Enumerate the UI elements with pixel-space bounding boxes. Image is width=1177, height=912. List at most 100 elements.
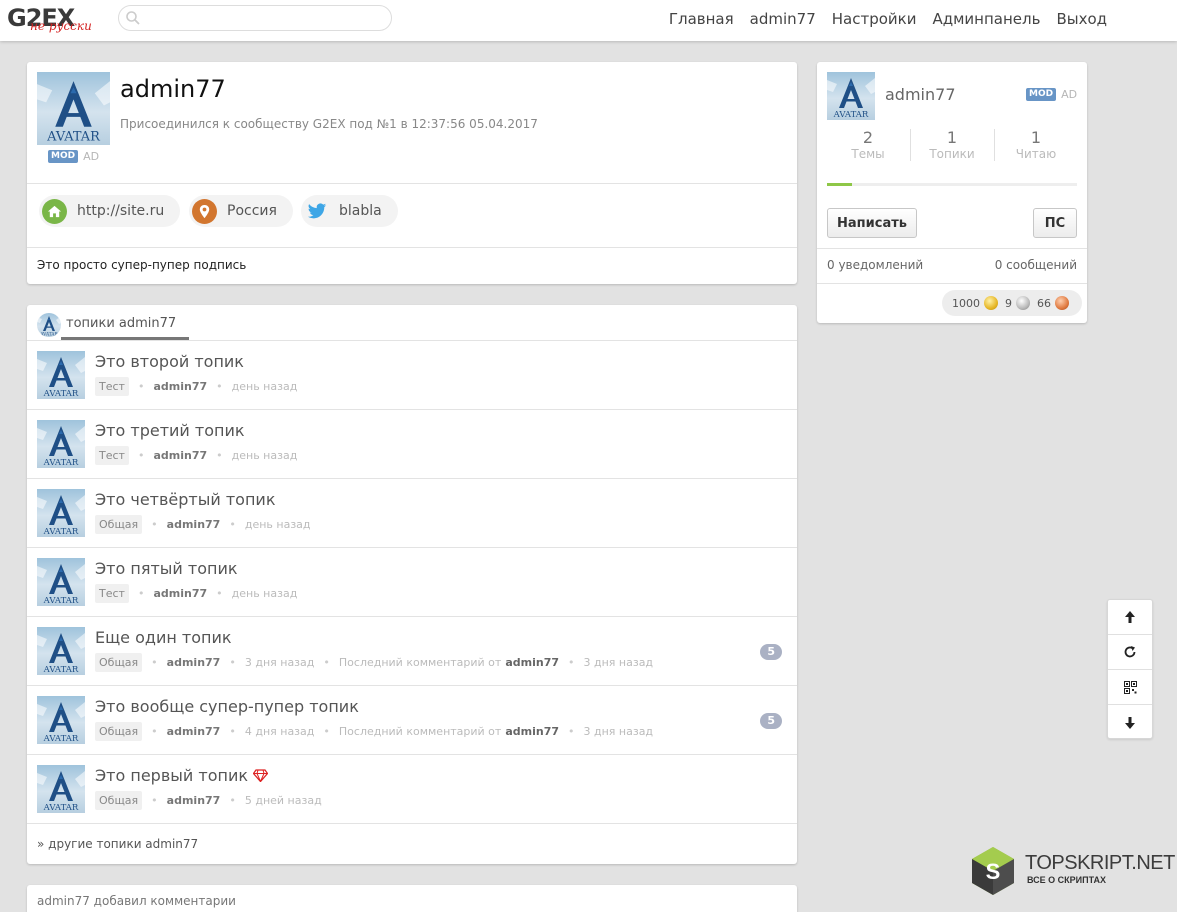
- mod-badge: MOD: [1026, 88, 1057, 101]
- refresh-button[interactable]: [1108, 635, 1152, 670]
- last-comment-author-link[interactable]: admin77: [505, 656, 559, 669]
- silver-coin-icon: [1016, 296, 1030, 310]
- twitter-chip[interactable]: blabla: [301, 195, 398, 227]
- private-message-button[interactable]: ПС: [1033, 208, 1077, 238]
- site-logo[interactable]: G2EX не русски: [7, 4, 107, 34]
- topic-title-link[interactable]: Это вообще супер-пупер топик: [95, 697, 359, 716]
- stat-value: 1: [946, 128, 958, 147]
- search-input[interactable]: [145, 8, 385, 28]
- topic-title-link[interactable]: Это первый топик: [95, 766, 248, 785]
- nav-logout-link[interactable]: Выход: [1056, 9, 1107, 29]
- topic-row: Это вообще супер-пупер топик Общая • admin7…: [27, 686, 797, 755]
- topic-author-link[interactable]: admin77: [153, 380, 207, 393]
- activity-progress-bar: [827, 183, 1077, 186]
- logo-subtext: не русски: [30, 19, 92, 33]
- topic-author-link[interactable]: admin77: [167, 794, 221, 807]
- topic-title-link[interactable]: Это пятый топик: [95, 559, 238, 578]
- profile-badges: MOD AD: [48, 150, 99, 163]
- topic-node-tag[interactable]: Тест: [95, 446, 129, 465]
- separator-dot: •: [568, 725, 575, 738]
- topic-author-link[interactable]: admin77: [167, 518, 221, 531]
- scroll-bottom-button[interactable]: [1108, 705, 1152, 740]
- separator-dot: •: [229, 656, 236, 669]
- topic-node-tag[interactable]: Общая: [95, 653, 143, 672]
- topics-header: топики admin77: [27, 305, 797, 341]
- last-comment-time: 3 дня назад: [583, 725, 654, 738]
- arrow-up-icon: [1125, 611, 1135, 623]
- topic-author-link[interactable]: admin77: [167, 725, 221, 738]
- nav-admin-link[interactable]: Админпанель: [932, 9, 1040, 29]
- last-comment-author-link[interactable]: admin77: [505, 725, 559, 738]
- reply-count-badge[interactable]: 5: [760, 713, 782, 729]
- website-link-text: http://site.ru: [77, 203, 165, 219]
- separator-dot: •: [568, 656, 575, 669]
- website-link-chip[interactable]: http://site.ru: [39, 195, 181, 227]
- watermark-title: TOPSKRIPT.NET: [1025, 852, 1175, 874]
- ad-badge: AD: [83, 150, 100, 163]
- gem-icon: [252, 769, 269, 783]
- topic-author-link[interactable]: admin77: [153, 587, 207, 600]
- topic-title-link[interactable]: Это второй топик: [95, 352, 244, 371]
- topic-row: Это третий топик Тест • admin77 • день назад: [27, 410, 797, 479]
- topic-title-link[interactable]: Еще один топик: [95, 628, 232, 647]
- topic-time: день назад: [231, 587, 298, 600]
- topic-title-link[interactable]: Это четвёртый топик: [95, 490, 275, 509]
- separator-dot: •: [151, 794, 158, 807]
- gold-count: 1000: [952, 296, 980, 310]
- location-chip[interactable]: Россия: [189, 195, 293, 227]
- qr-code-icon: [1123, 680, 1137, 694]
- sidebar-username[interactable]: admin77: [885, 85, 956, 104]
- separator-dot: •: [137, 380, 145, 393]
- nav-home-link[interactable]: Главная: [669, 9, 734, 29]
- topics-tab[interactable]: топики admin77: [66, 316, 176, 331]
- topic-row: Это первый топик Общая • admin77 • 5 дней наз…: [27, 755, 797, 824]
- topic-title-link[interactable]: Это третий топик: [95, 421, 245, 440]
- last-comment-label: Последний комментарий от: [338, 656, 502, 669]
- separator-dot: •: [229, 518, 236, 531]
- topic-meta: Общая • admin77 • день назад: [95, 515, 311, 534]
- topic-node-tag[interactable]: Тест: [95, 377, 129, 396]
- stat-topics[interactable]: 1 Топики: [910, 129, 994, 162]
- topic-node-tag[interactable]: Общая: [95, 722, 143, 741]
- qr-code-button[interactable]: [1108, 670, 1152, 705]
- separator-dot: •: [216, 587, 223, 600]
- topic-author-link[interactable]: admin77: [153, 449, 207, 462]
- sidebar-avatar[interactable]: [827, 72, 875, 120]
- messages-link[interactable]: 0 сообщений: [995, 258, 1077, 272]
- reply-count-badge[interactable]: 5: [760, 644, 782, 660]
- topic-author-link[interactable]: admin77: [167, 656, 221, 669]
- floating-toolbar: [1107, 599, 1153, 739]
- topic-author-avatar[interactable]: [37, 696, 85, 744]
- more-topics-link[interactable]: » другие топики admin77: [37, 837, 198, 851]
- profile-signature: Это просто супер-пупер подпись: [37, 258, 247, 272]
- separator-dot: •: [323, 725, 330, 738]
- home-icon: [42, 198, 67, 224]
- topic-time: день назад: [231, 449, 298, 462]
- twitter-icon: [304, 199, 329, 224]
- topic-author-avatar[interactable]: [37, 489, 85, 537]
- topic-author-avatar[interactable]: [37, 351, 85, 399]
- balance-badge[interactable]: 1000 9 66: [942, 290, 1082, 316]
- write-button[interactable]: Написать: [827, 208, 917, 238]
- topic-author-avatar[interactable]: [37, 420, 85, 468]
- topic-node-tag[interactable]: Общая: [95, 791, 143, 810]
- stat-label: Темы: [851, 147, 885, 161]
- separator-dot: •: [151, 725, 158, 738]
- separator-dot: •: [229, 725, 236, 738]
- topic-node-tag[interactable]: Тест: [95, 584, 129, 603]
- topic-author-avatar[interactable]: [37, 627, 85, 675]
- nav-settings-link[interactable]: Настройки: [832, 9, 917, 29]
- profile-username: admin77: [120, 75, 226, 103]
- notifications-link[interactable]: 0 уведомлений: [827, 258, 923, 272]
- nav-user-link[interactable]: admin77: [750, 9, 816, 29]
- topic-author-avatar[interactable]: [37, 558, 85, 606]
- scroll-top-button[interactable]: [1108, 600, 1152, 635]
- topic-row: Это четвёртый топик Общая • admin77 • день на…: [27, 479, 797, 548]
- twitter-text: blabla: [339, 203, 382, 219]
- topic-time: день назад: [231, 380, 298, 393]
- topic-meta: Тест • admin77 • день назад: [95, 377, 297, 396]
- topic-node-tag[interactable]: Общая: [95, 515, 143, 534]
- topic-author-avatar[interactable]: [37, 765, 85, 813]
- stat-following[interactable]: 1 Читаю: [994, 129, 1078, 162]
- stat-threads[interactable]: 2 Темы: [826, 129, 910, 162]
